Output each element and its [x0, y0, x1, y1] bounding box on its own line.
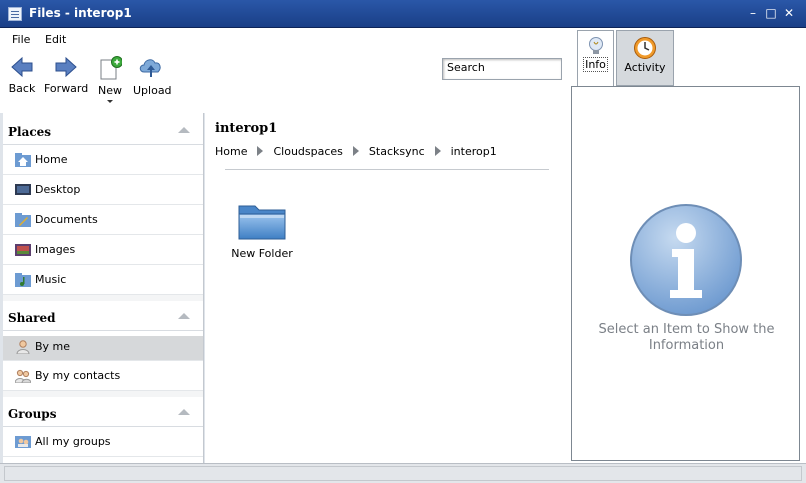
- menu-edit[interactable]: Edit: [45, 33, 66, 46]
- file-name: New Folder: [231, 247, 293, 260]
- status-field: [4, 466, 802, 481]
- user-icon: [16, 340, 30, 354]
- search-input[interactable]: Search: [442, 58, 562, 80]
- page-title: interop1: [215, 121, 278, 136]
- sidebar-item-label: Documents: [35, 213, 98, 226]
- sidebar: Places Home Desktop Documents Images Mus…: [3, 113, 204, 463]
- info-panel-body: Select an Item to Show the Information: [571, 86, 800, 461]
- files-app-icon: [8, 7, 22, 21]
- sidebar-item-images[interactable]: Images: [3, 235, 203, 265]
- collapse-shared-icon[interactable]: [178, 313, 190, 319]
- home-folder-icon: [15, 153, 31, 167]
- desktop-icon: [15, 184, 31, 195]
- minimize-icon[interactable]: –: [746, 6, 760, 20]
- forward-label: Forward: [44, 82, 89, 95]
- upload-button[interactable]: Upload: [133, 56, 172, 97]
- documents-icon: [15, 213, 31, 227]
- sidebar-item-label: Images: [35, 243, 76, 256]
- breadcrumb-separator-icon: [434, 146, 441, 156]
- groups-icon: [15, 436, 31, 448]
- forward-arrow-icon: [55, 56, 77, 78]
- forward-button[interactable]: Forward: [44, 56, 88, 95]
- breadcrumb-separator-icon: [352, 146, 359, 156]
- sidebar-item-home[interactable]: Home: [3, 145, 203, 175]
- new-dropdown-arrow-icon[interactable]: [107, 100, 113, 103]
- toolbar-area: File Edit Back Forward New Upload Search: [0, 28, 570, 113]
- sidebar-item-label: Desktop: [35, 183, 81, 196]
- breadcrumb-item-cloudspaces[interactable]: Cloudspaces: [273, 145, 342, 158]
- menu-file[interactable]: File: [12, 33, 30, 46]
- back-arrow-icon: [11, 56, 33, 78]
- shared-header[interactable]: Shared: [3, 301, 203, 331]
- back-label: Back: [8, 82, 36, 95]
- breadcrumb-item-stacksync[interactable]: Stacksync: [369, 145, 425, 158]
- sidebar-item-documents[interactable]: Documents: [3, 205, 203, 235]
- breadcrumb: Home Cloudspaces Stacksync interop1: [215, 144, 497, 158]
- breadcrumb-item-home[interactable]: Home: [215, 145, 247, 158]
- lightbulb-icon: [588, 37, 603, 54]
- sidebar-item-label: Music: [35, 273, 67, 286]
- breadcrumb-separator-icon: [257, 146, 264, 156]
- sidebar-item-label: Home: [35, 153, 68, 166]
- new-document-icon: [100, 56, 122, 80]
- tab-info-label: Info: [583, 57, 608, 72]
- places-header[interactable]: Places: [3, 115, 203, 145]
- places-title: Places: [8, 125, 52, 139]
- details-panel: Info Activity Select an Item to Show the…: [570, 28, 806, 463]
- empty-selection-message: Select an Item to Show the Information: [598, 322, 775, 353]
- title-bar[interactable]: Files - interop1 – □ ✕: [0, 0, 806, 28]
- maximize-icon[interactable]: □: [764, 6, 778, 20]
- sidebar-item-music[interactable]: Music: [3, 265, 203, 295]
- shared-title: Shared: [8, 311, 56, 325]
- info-icon: [630, 204, 742, 316]
- contacts-icon: [15, 369, 31, 383]
- sidebar-item-by-my-contacts[interactable]: By my contacts: [3, 361, 203, 391]
- breadcrumb-item-interop1[interactable]: interop1: [451, 145, 497, 158]
- sidebar-item-label: By me: [35, 340, 71, 353]
- groups-title: Groups: [8, 407, 57, 421]
- sidebar-item-label: By my contacts: [35, 369, 121, 382]
- sidebar-item-label: All my groups: [35, 435, 111, 448]
- file-browser: interop1 Home Cloudspaces Stacksync interop…: [205, 113, 570, 463]
- file-item-new-folder[interactable]: New Folder: [231, 201, 293, 260]
- divider: [225, 169, 549, 170]
- collapse-groups-icon[interactable]: [178, 409, 190, 415]
- tab-info[interactable]: Info: [577, 30, 614, 88]
- groups-header[interactable]: Groups: [3, 397, 203, 427]
- back-button[interactable]: Back: [8, 56, 36, 95]
- new-label: New: [98, 84, 122, 97]
- window-title: Files - interop1: [29, 6, 132, 20]
- folder-icon: [238, 205, 286, 240]
- tab-activity-label: Activity: [624, 61, 666, 74]
- cloud-upload-icon: [139, 59, 161, 77]
- sidebar-item-all-my-groups[interactable]: All my groups: [3, 427, 203, 457]
- clock-icon: [634, 37, 656, 59]
- status-bar: [0, 463, 806, 483]
- tab-activity[interactable]: Activity: [616, 30, 674, 86]
- images-icon: [15, 244, 31, 256]
- collapse-places-icon[interactable]: [178, 127, 190, 133]
- sidebar-item-desktop[interactable]: Desktop: [3, 175, 203, 205]
- new-button[interactable]: New: [96, 56, 124, 103]
- upload-label: Upload: [133, 84, 172, 97]
- music-icon: [15, 273, 31, 287]
- sidebar-item-by-me[interactable]: By me: [3, 336, 203, 361]
- close-icon[interactable]: ✕: [782, 6, 796, 20]
